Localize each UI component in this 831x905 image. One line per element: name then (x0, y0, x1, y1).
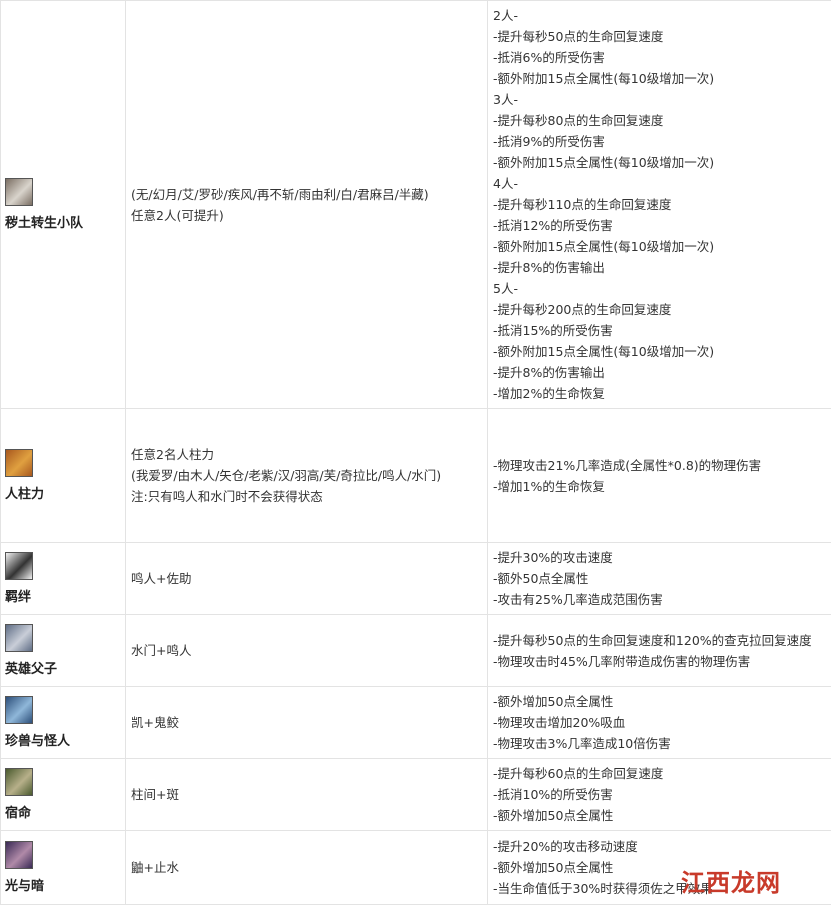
team-name: 秽土转生小队 (5, 212, 121, 231)
table-row: 宿命柱间+斑 -提升每秒60点的生命回复速度-抵消10%的所受伤害-额外增加50点… (1, 759, 831, 831)
effect-line: 5人- (493, 278, 831, 299)
team-members-cell: 柱间+斑 (126, 759, 488, 831)
team-name-cell: 珍兽与怪人 (1, 687, 126, 759)
member-line: 鼬+止水 (131, 857, 482, 878)
member-line: 注:只有鸣人和水门时不会获得状态 (131, 486, 482, 507)
effect-line: -攻击有25%几率造成范围伤害 (493, 589, 831, 610)
edo-tensei-team-icon (5, 178, 33, 206)
effect-line: -额外附加15点全属性(每10级增加一次) (493, 236, 831, 257)
effect-line: -物理攻击增加20%吸血 (493, 712, 831, 733)
team-members-cell: (无/幻月/艾/罗砂/疾风/再不斩/雨由利/白/君麻吕/半藏)任意2人(可提升) (126, 1, 488, 409)
effect-line: -额外附加15点全属性(每10级增加一次) (493, 68, 831, 89)
effect-line: -物理攻击时45%几率附带造成伤害的物理伤害 (493, 651, 831, 672)
team-name-cell: 秽土转生小队 (1, 1, 126, 409)
effect-line: -额外附加15点全属性(每10级增加一次) (493, 341, 831, 362)
team-name: 英雄父子 (5, 658, 121, 677)
hero-father-son-icon (5, 624, 33, 652)
team-effects-cell: -物理攻击21%几率造成(全属性*0.8)的物理伤害-增加1%的生命恢复 (488, 409, 831, 543)
effect-line: -提升每秒200点的生命回复速度 (493, 299, 831, 320)
table-row: 秽土转生小队 (无/幻月/艾/罗砂/疾风/再不斩/雨由利/白/君麻吕/半藏)任意2… (1, 1, 831, 409)
team-members-cell: 鸣人+佐助 (126, 543, 488, 615)
effect-line: 3人- (493, 89, 831, 110)
member-line: 凯+鬼鲛 (131, 712, 482, 733)
jinchuriki-icon (5, 449, 33, 477)
watermark: 江西龙网 (681, 860, 821, 900)
effect-line: -抵消12%的所受伤害 (493, 215, 831, 236)
bond-icon (5, 552, 33, 580)
effect-line: -增加1%的生命恢复 (493, 476, 831, 497)
team-name-cell: 人柱力 (1, 409, 126, 543)
effect-line: -抵消10%的所受伤害 (493, 784, 831, 805)
effect-line: -提升每秒50点的生命回复速度和120%的查克拉回复速度 (493, 630, 831, 651)
table-row: 羁绊鸣人+佐助 -提升30%的攻击速度-额外50点全属性-攻击有25%几率造成范围… (1, 543, 831, 615)
effect-line: -提升30%的攻击速度 (493, 547, 831, 568)
team-name-cell: 羁绊 (1, 543, 126, 615)
effect-line: -提升每秒110点的生命回复速度 (493, 194, 831, 215)
member-line: (我爱罗/由木人/矢仓/老紫/汉/羽高/芙/奇拉比/鸣人/水门) (131, 465, 482, 486)
effect-line: -物理攻击21%几率造成(全属性*0.8)的物理伤害 (493, 455, 831, 476)
effect-line: -抵消9%的所受伤害 (493, 131, 831, 152)
team-name: 宿命 (5, 802, 121, 821)
member-line: 任意2人(可提升) (131, 205, 482, 226)
effect-line: -物理攻击3%几率造成10倍伤害 (493, 733, 831, 754)
team-name-cell: 英雄父子 (1, 615, 126, 687)
light-and-dark-icon (5, 841, 33, 869)
effect-line: -提升每秒80点的生命回复速度 (493, 110, 831, 131)
effect-line: 2人- (493, 5, 831, 26)
team-members-cell: 鼬+止水 (126, 831, 488, 905)
team-name: 羁绊 (5, 586, 121, 605)
table-row: 人柱力任意2名人柱力(我爱罗/由木人/矢仓/老紫/汉/羽高/芙/奇拉比/鸣人/水… (1, 409, 831, 543)
team-members-cell: 任意2名人柱力(我爱罗/由木人/矢仓/老紫/汉/羽高/芙/奇拉比/鸣人/水门)注… (126, 409, 488, 543)
member-line: 柱间+斑 (131, 784, 482, 805)
beast-and-freak-icon (5, 696, 33, 724)
effect-line: -额外50点全属性 (493, 568, 831, 589)
effect-line: -额外增加50点全属性 (493, 691, 831, 712)
effect-line: -增加2%的生命恢复 (493, 383, 831, 404)
effect-line: -额外附加15点全属性(每10级增加一次) (493, 152, 831, 173)
effect-line: 4人- (493, 173, 831, 194)
member-line: 水门+鸣人 (131, 640, 482, 661)
team-effects-cell: -提升每秒50点的生命回复速度和120%的查克拉回复速度-物理攻击时45%几率附… (488, 615, 831, 687)
effect-line: -提升每秒50点的生命回复速度 (493, 26, 831, 47)
effect-line: -提升20%的攻击移动速度 (493, 836, 831, 857)
team-name: 珍兽与怪人 (5, 730, 121, 749)
effect-line: -抵消15%的所受伤害 (493, 320, 831, 341)
team-name: 光与暗 (5, 875, 121, 894)
table-body: 秽土转生小队(无/幻月/艾/罗砂/疾风/再不斩/雨由利/白/君麻吕/半藏)任意2… (1, 1, 831, 905)
team-name-cell: 宿命 (1, 759, 126, 831)
table-row: 英雄父子水门+鸣人 -提升每秒50点的生命回复速度和120%的查克拉回复速度-物理… (1, 615, 831, 687)
watermark-text: 江西龙网 (681, 863, 781, 898)
table-row: 珍兽与怪人凯+鬼鲛 -额外增加50点全属性-物理攻击增加20%吸血-物理攻击3%几… (1, 687, 831, 759)
team-members-cell: 水门+鸣人 (126, 615, 488, 687)
team-effects-cell: -提升每秒60点的生命回复速度-抵消10%的所受伤害-额外增加50点全属性 (488, 759, 831, 831)
destiny-icon (5, 768, 33, 796)
effect-line: -额外增加50点全属性 (493, 805, 831, 826)
team-name: 人柱力 (5, 483, 121, 502)
team-effects-cell: -额外增加50点全属性-物理攻击增加20%吸血-物理攻击3%几率造成10倍伤害 (488, 687, 831, 759)
team-members-cell: 凯+鬼鲛 (126, 687, 488, 759)
effect-line: -提升8%的伤害输出 (493, 362, 831, 383)
team-effects-cell: -提升30%的攻击速度-额外50点全属性-攻击有25%几率造成范围伤害 (488, 543, 831, 615)
member-line: 鸣人+佐助 (131, 568, 482, 589)
team-name-cell: 光与暗 (1, 831, 126, 905)
team-effects-cell: 2人--提升每秒50点的生命回复速度-抵消6%的所受伤害-额外附加15点全属性(… (488, 1, 831, 409)
team-bonus-table: 秽土转生小队(无/幻月/艾/罗砂/疾风/再不斩/雨由利/白/君麻吕/半藏)任意2… (0, 0, 831, 905)
member-line: 任意2名人柱力 (131, 444, 482, 465)
member-line: (无/幻月/艾/罗砂/疾风/再不斩/雨由利/白/君麻吕/半藏) (131, 184, 482, 205)
effect-line: -抵消6%的所受伤害 (493, 47, 831, 68)
effect-line: -提升8%的伤害输出 (493, 257, 831, 278)
effect-line: -提升每秒60点的生命回复速度 (493, 763, 831, 784)
